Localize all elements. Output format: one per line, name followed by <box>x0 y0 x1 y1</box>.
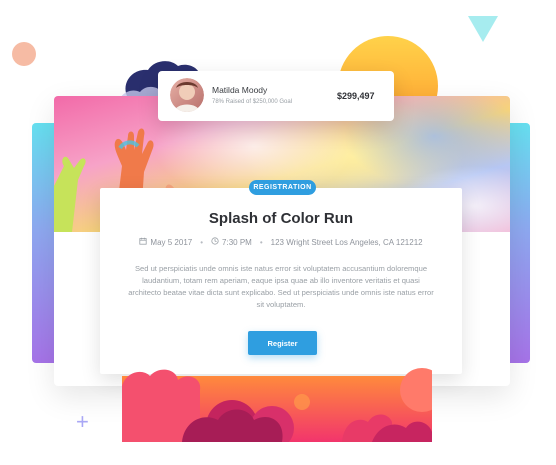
decorative-triangle <box>468 16 498 42</box>
calendar-icon <box>139 237 148 245</box>
meta-separator: • <box>200 237 204 247</box>
donor-name: Matilda Moody <box>212 85 268 95</box>
event-address: 123 Wright Street Los Angeles, CA 121212 <box>270 237 423 247</box>
register-button[interactable]: Register <box>248 331 317 355</box>
decorative-bottom-art <box>122 368 432 442</box>
event-time: 7:30 PM <box>211 237 252 247</box>
event-title: Splash of Color Run <box>208 210 354 227</box>
avatar <box>170 78 204 112</box>
event-time-text: 7:30 PM <box>222 238 252 247</box>
clock-icon <box>211 237 219 245</box>
registration-badge: REGISTRATION <box>249 180 316 195</box>
event-description: Sed ut perspiciatis unde omnis iste natu… <box>128 264 434 309</box>
event-date: May 5 2017 <box>139 237 192 247</box>
plus-icon: + <box>76 409 89 434</box>
meta-separator: • <box>259 237 263 247</box>
event-date-text: May 5 2017 <box>150 238 193 247</box>
donor-amount: $299,497 <box>337 91 375 101</box>
donor-goal-progress: 78% Raised of $250,000 Goal <box>212 99 293 105</box>
event-meta: May 5 2017 • 7:30 PM • 123 Wright Street… <box>100 237 462 247</box>
decorative-circle <box>12 42 36 66</box>
